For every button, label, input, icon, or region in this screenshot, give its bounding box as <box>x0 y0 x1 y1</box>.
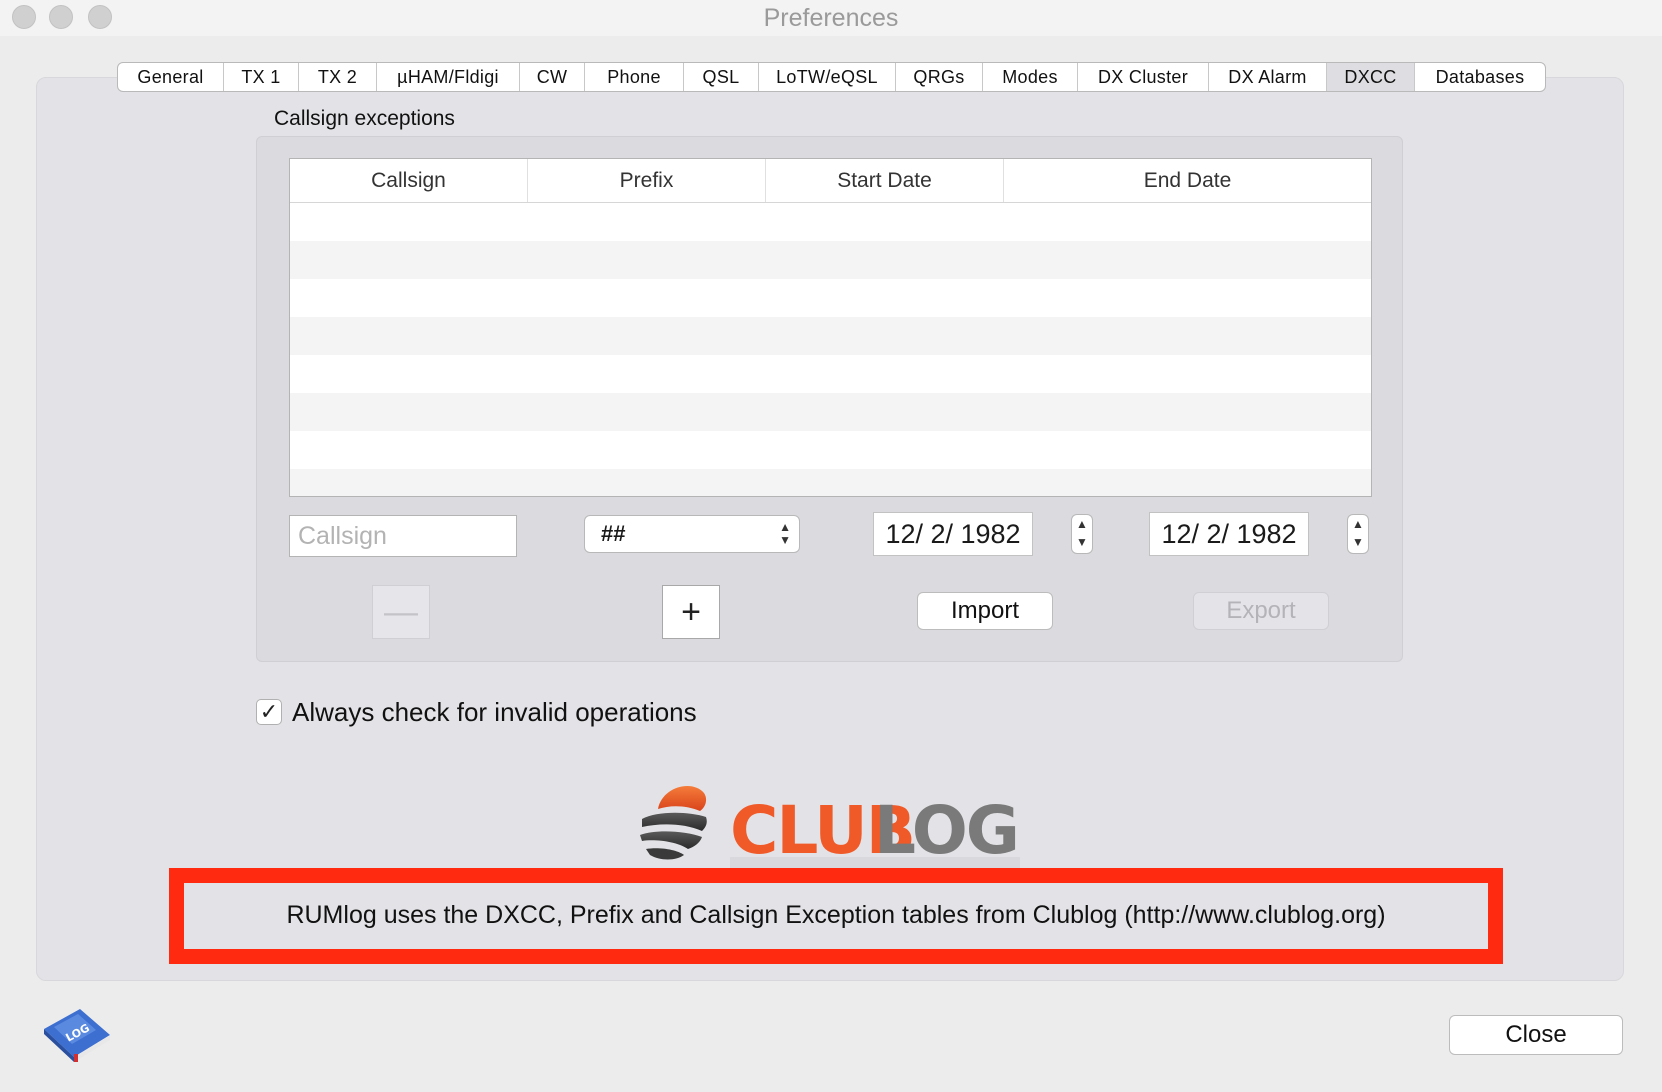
clublog-notice-highlight: RUMlog uses the DXCC, Prefix and Callsig… <box>169 868 1503 964</box>
start-date-stepper[interactable]: ▲ ▼ <box>1071 514 1093 554</box>
add-exception-button[interactable]: + <box>662 585 720 639</box>
tab-databases[interactable]: Databases <box>1415 63 1545 91</box>
title-bar: Preferences <box>0 0 1662 36</box>
callsign-input[interactable]: Callsign <box>289 515 517 557</box>
column-header-callsign[interactable]: Callsign <box>290 159 528 202</box>
invalid-ops-label: Always check for invalid operations <box>292 697 697 727</box>
table-row <box>290 431 1371 469</box>
start-date-field[interactable]: 12/ 2/ 1982 <box>873 512 1033 556</box>
table-row <box>290 279 1371 317</box>
table-header: Callsign Prefix Start Date End Date <box>290 159 1371 203</box>
table-row <box>290 393 1371 431</box>
exceptions-table[interactable]: Callsign Prefix Start Date End Date <box>289 158 1372 497</box>
export-button[interactable]: Export <box>1193 592 1329 630</box>
window-title: Preferences <box>763 4 899 32</box>
tab-dxcc[interactable]: DXCC <box>1327 63 1415 91</box>
end-date-field[interactable]: 12/ 2/ 1982 <box>1149 512 1309 556</box>
clublog-notice: RUMlog uses the DXCC, Prefix and Callsig… <box>286 900 1386 929</box>
column-header-prefix[interactable]: Prefix <box>528 159 766 202</box>
table-row <box>290 355 1371 393</box>
rumlog-app-icon: LOG <box>40 1005 112 1063</box>
tab-qrgs[interactable]: QRGs <box>896 63 983 91</box>
table-row <box>290 317 1371 355</box>
column-header-end-date[interactable]: End Date <box>1004 159 1371 202</box>
remove-exception-button[interactable]: — <box>372 585 430 639</box>
tab-general[interactable]: General <box>118 63 224 91</box>
invalid-ops-checkbox[interactable]: ✓ <box>256 699 282 725</box>
import-button[interactable]: Import <box>917 592 1053 630</box>
tab-tx2[interactable]: TX 2 <box>299 63 377 91</box>
table-row <box>290 241 1371 279</box>
callsign-exceptions-label: Callsign exceptions <box>274 107 455 130</box>
tab-bar: General TX 1 TX 2 µHAM/Fldigi CW Phone Q… <box>117 62 1546 92</box>
callsign-placeholder: Callsign <box>298 521 387 550</box>
table-body <box>290 203 1371 496</box>
tab-dx-alarm[interactable]: DX Alarm <box>1209 63 1327 91</box>
tab-phone[interactable]: Phone <box>585 63 684 91</box>
table-row <box>290 469 1371 496</box>
table-row <box>290 203 1371 241</box>
tab-qsl[interactable]: QSL <box>684 63 759 91</box>
updown-chevron-icon: ▲ ▼ <box>779 520 791 547</box>
tab-cw[interactable]: CW <box>520 63 585 91</box>
prefix-select[interactable]: ## ▲ ▼ <box>584 515 800 553</box>
end-date-stepper[interactable]: ▲ ▼ <box>1347 514 1369 554</box>
close-button[interactable]: Close <box>1449 1015 1623 1055</box>
tab-modes[interactable]: Modes <box>983 63 1078 91</box>
prefix-select-value: ## <box>601 521 626 546</box>
tab-uham-fldigi[interactable]: µHAM/Fldigi <box>377 63 520 91</box>
tab-lotw-eqsl[interactable]: LoTW/eQSL <box>759 63 896 91</box>
tab-dx-cluster[interactable]: DX Cluster <box>1078 63 1209 91</box>
tab-tx1[interactable]: TX 1 <box>224 63 299 91</box>
column-header-start-date[interactable]: Start Date <box>766 159 1004 202</box>
